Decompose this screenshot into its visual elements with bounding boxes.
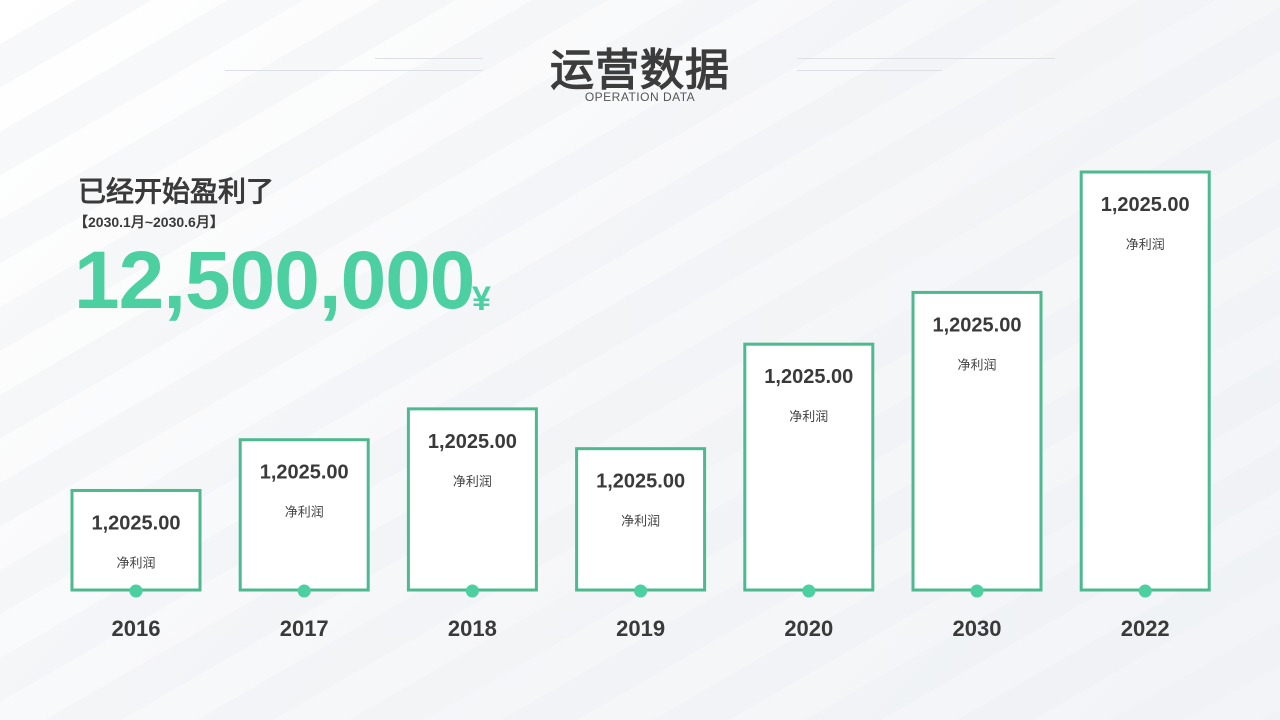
bar-dot-2022 <box>1138 584 1152 598</box>
bar-sublabel-2020: 净利润 <box>789 410 828 425</box>
data-label-2020: 1,2025.00 <box>764 366 853 388</box>
bar-2016 <box>70 488 202 592</box>
bar-sublabel-2018: 净利润 <box>453 475 492 490</box>
bar-dot-2017 <box>297 584 311 598</box>
bar-sublabel-2022: 净利润 <box>1126 238 1165 253</box>
bar-sublabel-2016: 净利润 <box>116 556 155 571</box>
bar-dot-2019 <box>634 584 648 598</box>
x-tick-label-2019: 2019 <box>616 616 665 641</box>
x-tick-label-2020: 2020 <box>784 616 833 641</box>
bar-dot-2018 <box>465 584 479 598</box>
x-tick-label-2017: 2017 <box>280 616 329 641</box>
data-label-2030: 1,2025.00 <box>933 314 1022 336</box>
bar-sublabel-2030: 净利润 <box>957 358 996 373</box>
bar-2030 <box>911 290 1043 592</box>
bar-dot-2016 <box>129 584 143 598</box>
data-label-2019: 1,2025.00 <box>596 471 685 493</box>
bar-sublabel-2019: 净利润 <box>621 515 660 530</box>
profit-bar-chart: 1,2025.00 净利润 2016 1,2025.00 净利润 2017 1,2025.0… <box>70 170 1211 641</box>
x-tick-label-2016: 2016 <box>112 616 161 641</box>
data-label-2022: 1,2025.00 <box>1101 194 1190 216</box>
data-label-2017: 1,2025.00 <box>260 462 349 484</box>
x-tick-label-2018: 2018 <box>448 616 497 641</box>
data-label-2016: 1,2025.00 <box>92 512 181 534</box>
bar-2022 <box>1079 170 1211 592</box>
x-tick-label-2022: 2022 <box>1121 616 1170 641</box>
bar-dot-2020 <box>802 584 816 598</box>
bar-dot-2030 <box>970 584 984 598</box>
bar-sublabel-2017: 净利润 <box>285 506 324 521</box>
data-label-2018: 1,2025.00 <box>428 431 517 453</box>
x-tick-label-2030: 2030 <box>953 616 1002 641</box>
